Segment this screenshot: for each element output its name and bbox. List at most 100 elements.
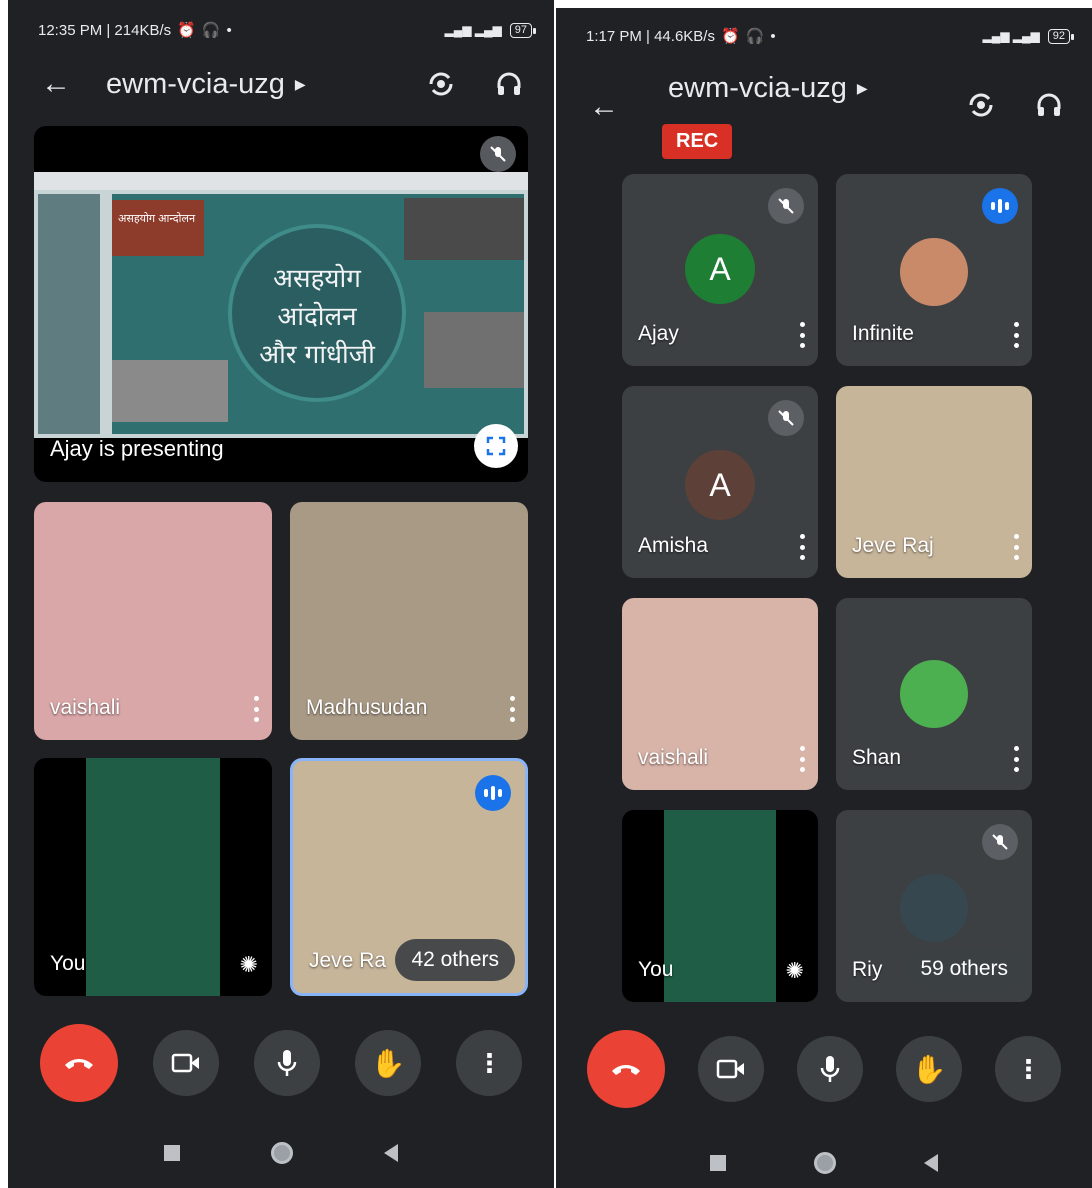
android-nav-bar	[556, 1152, 1092, 1174]
mic-off-icon	[768, 400, 804, 436]
raise-hand-button[interactable]: ✋	[896, 1036, 963, 1102]
camera-button[interactable]	[152, 1030, 219, 1096]
participant-name: Madhusudan	[306, 696, 428, 719]
signal-icon: ▂▄▆ ▂▄▆	[444, 23, 502, 37]
chevron-right-icon: ▶	[294, 75, 306, 92]
back-nav-icon[interactable]	[384, 1144, 399, 1162]
call-controls: ✋ ⋮	[8, 1024, 554, 1102]
slide-title: असहयोग आंदोलन और गांधीजी	[228, 260, 406, 374]
others-count[interactable]: 42 others	[395, 939, 515, 981]
alarm-icon: ⏰	[177, 22, 196, 39]
end-call-button[interactable]	[586, 1030, 665, 1108]
self-view-tile[interactable]: You ✺	[622, 810, 818, 1002]
camera-button[interactable]	[697, 1036, 764, 1102]
participant-tile[interactable]: Madhusudan	[290, 502, 528, 740]
hand-icon: ✋	[370, 1047, 406, 1079]
self-video	[664, 810, 776, 1002]
meeting-code[interactable]: ewm-vcia-uzg ▶	[106, 68, 306, 101]
avatar: A	[685, 234, 755, 304]
left-phone-screen: 12:35 PM | 214KB/s ⏰ 🎧 • ▂▄▆ ▂▄▆ 97 ← ew…	[8, 0, 554, 1188]
more-options-button[interactable]: ⋮	[456, 1030, 523, 1096]
participant-name: vaishali	[638, 746, 709, 769]
switch-camera-icon[interactable]	[424, 67, 458, 101]
participant-tile[interactable]: Riy 59 others	[836, 810, 1032, 1002]
recents-nav-icon[interactable]	[163, 1145, 180, 1161]
speaking-icon	[475, 775, 511, 811]
more-options-button[interactable]: ⋮	[995, 1036, 1062, 1102]
meeting-code-text: ewm-vcia-uzg	[106, 67, 285, 100]
switch-camera-icon[interactable]	[964, 88, 998, 122]
slide-photo	[112, 360, 228, 422]
fullscreen-icon[interactable]	[474, 424, 518, 468]
participant-tile[interactable]: vaishali	[34, 502, 272, 740]
participant-name: Jeve Raj	[852, 534, 934, 557]
self-view-tile[interactable]: You ✺	[34, 758, 272, 996]
app-toolbar	[34, 172, 528, 190]
more-vert-icon[interactable]	[796, 746, 808, 772]
raise-hand-button[interactable]: ✋	[355, 1030, 422, 1096]
recording-badge: REC	[662, 124, 733, 159]
participant-tile[interactable]: Shan	[836, 598, 1032, 790]
more-vert-icon[interactable]	[506, 696, 518, 722]
participant-name: You	[638, 958, 674, 981]
participant-name: Amisha	[638, 534, 709, 557]
status-bar: 12:35 PM | 214KB/s ⏰ 🎧 • ▂▄▆ ▂▄▆ 97	[8, 8, 554, 52]
participant-tile[interactable]: Jeve Raj	[836, 386, 1032, 578]
more-vert-icon[interactable]	[1010, 322, 1022, 348]
headphones-status-icon: 🎧	[745, 28, 765, 45]
status-bar: 1:17 PM | 44.6KB/s ⏰ 🎧 • ▂▄▆ ▂▄▆ 92	[556, 14, 1092, 58]
participant-tile[interactable]: A Amisha	[622, 386, 818, 578]
more-vert-icon[interactable]	[1010, 534, 1022, 560]
audio-output-icon[interactable]	[492, 67, 526, 101]
hand-icon: ✋	[911, 1053, 947, 1085]
effects-icon[interactable]: ✺	[240, 952, 258, 978]
more-vert-icon[interactable]	[796, 534, 808, 560]
meeting-code[interactable]: ewm-vcia-uzg ▶	[668, 72, 868, 105]
battery-icon: 97	[509, 22, 537, 38]
mic-off-icon	[982, 824, 1018, 860]
back-arrow-icon[interactable]: ←	[584, 90, 624, 124]
dot-icon: •	[226, 21, 232, 39]
slide-thumb-image: असहयोग आन्दोलन	[112, 200, 204, 256]
end-call-button[interactable]	[39, 1024, 118, 1102]
android-nav-bar	[8, 1142, 554, 1164]
participant-tile-active-speaker[interactable]: Jeve Ra 42 others	[290, 758, 528, 996]
avatar	[900, 660, 968, 728]
top-bar: ← ewm-vcia-uzg ▶	[556, 70, 1092, 123]
more-vert-icon[interactable]	[1010, 746, 1022, 772]
shared-screen: असहयोग आन्दोलन असहयोग आंदोलन और गांधीजी	[34, 172, 528, 438]
participant-name: Ajay	[638, 322, 679, 345]
mic-off-icon	[768, 188, 804, 224]
self-video	[86, 758, 220, 996]
participant-tile[interactable]: vaishali	[622, 598, 818, 790]
battery-icon: 92	[1047, 28, 1075, 44]
recents-nav-icon[interactable]	[710, 1155, 726, 1171]
more-vert-icon[interactable]	[250, 696, 262, 722]
participant-tile[interactable]: A Ajay	[622, 174, 818, 366]
back-nav-icon[interactable]	[924, 1154, 938, 1172]
participant-name: vaishali	[50, 696, 121, 719]
call-controls: ✋ ⋮	[556, 1030, 1092, 1108]
top-bar: ← ewm-vcia-uzg ▶	[8, 62, 554, 106]
others-count[interactable]: 59 others	[904, 948, 1024, 990]
home-nav-icon[interactable]	[814, 1152, 836, 1174]
mic-button[interactable]	[253, 1030, 320, 1096]
participant-name: You	[50, 952, 86, 975]
mic-off-icon	[480, 136, 516, 172]
speaking-icon	[982, 188, 1018, 224]
slide-line-1: असहयोग	[273, 264, 361, 294]
participant-tile[interactable]: Infinite	[836, 174, 1032, 366]
effects-icon[interactable]: ✺	[786, 958, 804, 984]
more-vert-icon: ⋮	[1015, 1054, 1042, 1084]
mic-button[interactable]	[796, 1036, 863, 1102]
presentation-tile[interactable]: असहयोग आन्दोलन असहयोग आंदोलन और गांधीजी …	[34, 126, 528, 482]
slide: असहयोग आन्दोलन असहयोग आंदोलन और गांधीजी	[112, 194, 524, 434]
more-vert-icon[interactable]	[796, 322, 808, 348]
back-arrow-icon[interactable]: ←	[36, 67, 76, 101]
audio-output-icon[interactable]	[1032, 88, 1066, 122]
participant-name: Riy	[852, 958, 883, 981]
slide-line-3: और गांधीजी	[259, 340, 375, 370]
avatar	[900, 238, 968, 306]
headphones-status-icon: 🎧	[201, 22, 221, 39]
home-nav-icon[interactable]	[270, 1142, 293, 1164]
